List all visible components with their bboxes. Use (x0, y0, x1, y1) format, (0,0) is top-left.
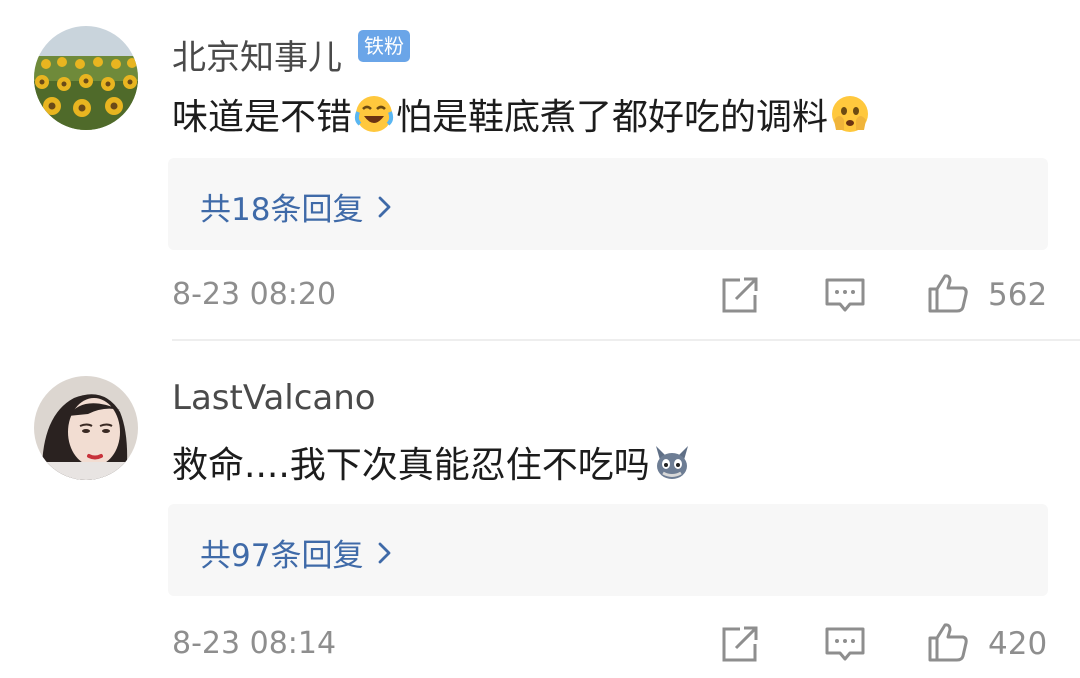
share-icon (722, 277, 758, 313)
reply-button[interactable] (823, 273, 867, 317)
replies-count-label: 共18条回复 (200, 192, 364, 228)
comment-text-part2: 怕是鞋底煮了都好吃的调料 (396, 97, 829, 138)
view-replies-link[interactable]: 共18条回复 (200, 184, 393, 229)
comment-icon (825, 627, 865, 661)
sunflower-avatar-image (34, 26, 138, 130)
comment-text: 味道是不错 怕是鞋底煮了都好吃的调料 (172, 88, 872, 140)
like-button[interactable] (926, 620, 970, 664)
thumbs-up-icon (928, 623, 968, 662)
chevron-right-icon (379, 196, 391, 217)
share-icon (722, 626, 758, 662)
avatar[interactable] (34, 26, 138, 130)
avatar[interactable] (34, 376, 138, 480)
fan-badge: 铁粉 (358, 30, 410, 62)
portrait-avatar-image (34, 376, 138, 480)
view-replies-link[interactable]: 共97条回复 (200, 530, 393, 575)
like-button[interactable] (926, 271, 970, 315)
username[interactable]: 北京知事儿 (172, 30, 342, 79)
share-button[interactable] (718, 273, 762, 317)
replies-box: 共97条回复 (168, 504, 1048, 596)
chevron-right-icon (379, 542, 391, 563)
scared-face-emoji (830, 94, 870, 134)
comment-text-part1: 味道是不错 (172, 97, 353, 138)
thumbs-up-icon (928, 274, 968, 313)
tom-cat-emoji (652, 442, 692, 482)
laughing-crying-emoji (354, 94, 394, 134)
reply-button[interactable] (823, 622, 867, 666)
comment-time: 8-23 08:20 (172, 277, 337, 312)
replies-box: 共18条回复 (168, 158, 1048, 250)
comment-icon (825, 278, 865, 312)
like-count: 420 (988, 626, 1048, 662)
comment-time: 8-23 08:14 (172, 626, 337, 661)
comment-item: LastValcano 救命....我下次真能忍住不吃吗 共97条回复 8-23… (0, 340, 1080, 678)
username[interactable]: LastValcano (172, 378, 376, 418)
replies-count-label: 共97条回复 (200, 538, 364, 574)
like-count: 562 (988, 277, 1048, 313)
comment-text: 救命....我下次真能忍住不吃吗 (172, 436, 694, 488)
share-button[interactable] (718, 622, 762, 666)
comment-item: 北京知事儿 铁粉 味道是不错 怕是鞋底煮了都好吃的调料 共18条回复 8-23 … (0, 0, 1080, 341)
comment-text-part1: 救命....我下次真能忍住不吃吗 (172, 445, 650, 486)
